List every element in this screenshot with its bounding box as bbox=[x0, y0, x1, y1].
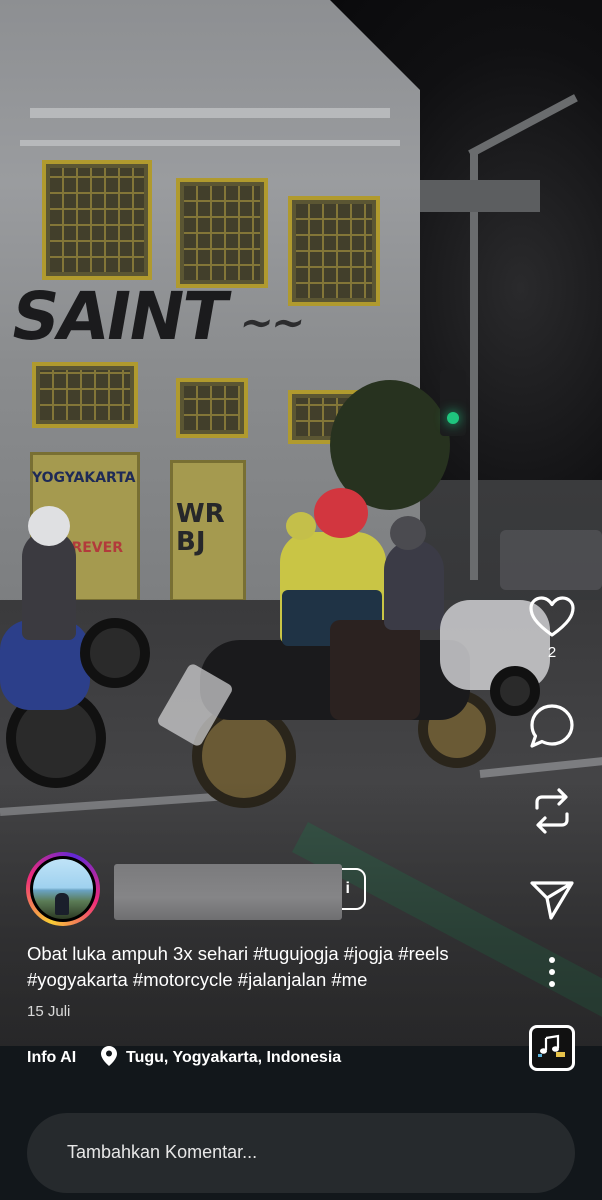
comment-button[interactable] bbox=[522, 702, 582, 750]
post-caption[interactable]: Obat luka ampuh 3x sehari #tugujogja #jo… bbox=[27, 941, 527, 993]
street-light-pole bbox=[470, 150, 478, 580]
author-avatar[interactable] bbox=[26, 852, 100, 926]
info-ai-link[interactable]: Info AI bbox=[27, 1049, 76, 1067]
location-link[interactable]: Tugu, Yogyakarta, Indonesia bbox=[100, 1045, 342, 1072]
building-window bbox=[42, 160, 152, 280]
avatar-image bbox=[33, 859, 93, 919]
username-redacted[interactable] bbox=[114, 864, 342, 920]
graffiti-door: WR BJ bbox=[176, 499, 225, 557]
comment-bubble-icon bbox=[528, 702, 576, 750]
more-options-button[interactable] bbox=[522, 956, 582, 988]
building-window bbox=[176, 178, 268, 288]
building-window bbox=[176, 378, 248, 438]
car bbox=[500, 530, 602, 590]
heart-icon bbox=[529, 596, 575, 638]
location-label: Tugu, Yogyakarta, Indonesia bbox=[126, 1049, 342, 1066]
share-button[interactable] bbox=[522, 878, 582, 922]
comment-placeholder: Tambahkan Komentar... bbox=[67, 1142, 258, 1162]
like-count: 2 bbox=[547, 644, 557, 661]
graffiti-tag: ~~ bbox=[235, 300, 308, 346]
traffic-light-green bbox=[447, 412, 459, 424]
lamp-head bbox=[420, 180, 540, 212]
building-cornice bbox=[20, 140, 400, 146]
building-window bbox=[288, 196, 380, 306]
location-pin-icon bbox=[100, 1045, 118, 1072]
like-button[interactable]: 2 bbox=[522, 596, 582, 661]
post-date: 15 Juli bbox=[27, 1003, 71, 1020]
more-vertical-icon bbox=[547, 956, 557, 988]
music-audio-icon bbox=[538, 1034, 566, 1063]
graffiti-side: YOGYAKARTA bbox=[32, 470, 136, 486]
building-cornice bbox=[30, 108, 390, 118]
building-window bbox=[32, 362, 138, 428]
comment-input[interactable]: Tambahkan Komentar... bbox=[27, 1113, 575, 1193]
repost-button[interactable] bbox=[522, 786, 582, 836]
send-icon bbox=[529, 878, 575, 922]
audio-button[interactable] bbox=[529, 1025, 575, 1071]
graffiti-main: SAINT bbox=[5, 278, 233, 355]
repost-icon bbox=[529, 786, 575, 836]
traffic-light bbox=[440, 370, 466, 436]
